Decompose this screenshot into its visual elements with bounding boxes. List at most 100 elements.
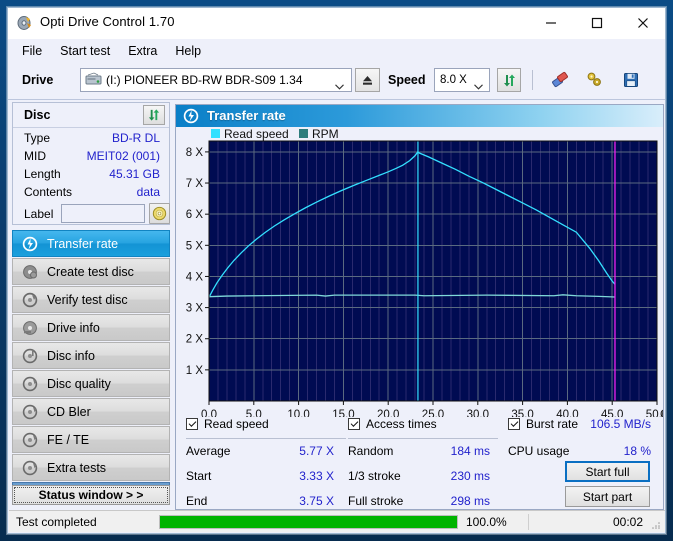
access-times-checkbox-row[interactable]: Access times <box>348 417 498 434</box>
read-speed-checkbox-row[interactable]: Read speed <box>186 417 346 434</box>
chevron-down-icon <box>335 77 344 95</box>
window-title: Opti Drive Control 1.70 <box>40 14 175 29</box>
cd-icon[interactable] <box>149 203 170 224</box>
burst-rate-column: Burst rate 106.5 MB/s CPU usage 18 % <box>508 417 653 464</box>
svg-text:6 X: 6 X <box>186 209 204 221</box>
disc-quality-icon <box>22 376 38 392</box>
create-disc-icon <box>22 264 38 280</box>
disc-row-length: Length 45.31 GB <box>13 167 169 182</box>
result-key: Random <box>348 444 394 458</box>
svg-text:8 X: 8 X <box>186 147 204 159</box>
sidebar-item-cd-bler[interactable]: CD Bler <box>12 398 170 425</box>
application-window: Opti Drive Control 1.70 File Start test … <box>7 7 666 534</box>
panel-title: Transfer rate <box>207 108 286 123</box>
transfer-rate-icon <box>183 108 199 124</box>
close-button[interactable] <box>620 8 665 37</box>
speed-select[interactable]: 8.0 X <box>434 68 490 92</box>
result-row-third-stroke: 1/3 stroke 230 ms <box>348 467 498 489</box>
sidebar-item-verify-test-disc[interactable]: Verify test disc <box>12 286 170 313</box>
access-times-label: Access times <box>366 417 437 431</box>
svg-text:3 X: 3 X <box>186 303 204 315</box>
chevron-down-icon <box>474 77 483 95</box>
sidebar-item-create-test-disc[interactable]: Create test disc <box>12 258 170 285</box>
disc-icon <box>17 15 33 31</box>
disc-value: 45.31 GB <box>109 167 160 181</box>
read-speed-column: Read speed Average 5.77 X Start 3.33 X E… <box>186 417 346 514</box>
sidebar-item-extra-tests[interactable]: Extra tests <box>12 454 170 481</box>
disc-value: MEIT02 (001) <box>86 149 160 163</box>
toolbar-separator <box>532 70 533 90</box>
svg-text:40.0: 40.0 <box>556 409 578 417</box>
save-icon[interactable] <box>618 68 643 92</box>
svg-text:20.0: 20.0 <box>377 409 399 417</box>
disc-label-key: Label <box>24 207 54 221</box>
extra-tests-icon <box>22 460 38 476</box>
svg-text:45.0: 45.0 <box>601 409 623 417</box>
status-window-button[interactable]: Status window > > <box>12 485 170 505</box>
sidebar-item-disc-info[interactable]: Disc info <box>12 342 170 369</box>
svg-text:RPM: RPM <box>312 127 339 141</box>
elapsed-time: 00:02 <box>612 514 643 529</box>
sidebar-item-disc-quality[interactable]: Disc quality <box>12 370 170 397</box>
sidebar-item-drive-info[interactable]: Drive info <box>12 314 170 341</box>
menu-item-start-test[interactable]: Start test <box>51 41 119 61</box>
speed-value: 8.0 X <box>440 74 467 86</box>
sidebar-item-label: Drive info <box>47 320 100 335</box>
progress-bar <box>159 514 458 529</box>
sidebar-item-transfer-rate[interactable]: Transfer rate <box>12 230 170 257</box>
sidebar-item-label: Disc quality <box>47 376 111 391</box>
result-value: 230 ms <box>450 469 490 483</box>
disc-key: Contents <box>24 185 73 199</box>
access-times-checkbox[interactable] <box>348 418 360 430</box>
start-full-button[interactable]: Start full <box>565 461 650 482</box>
panel-header: Transfer rate <box>176 105 663 127</box>
svg-text:2 X: 2 X <box>186 334 204 346</box>
result-key: Full stroke <box>348 494 404 508</box>
read-speed-label: Read speed <box>204 417 269 431</box>
svg-text:25.0: 25.0 <box>422 409 444 417</box>
refresh-button[interactable] <box>497 68 521 92</box>
result-key: End <box>186 494 208 508</box>
resize-grip-icon[interactable] <box>651 519 661 529</box>
read-speed-checkbox[interactable] <box>186 418 198 430</box>
status-bar: Test completed 100.0% 00:02 <box>9 510 665 532</box>
burst-rate-checkbox[interactable] <box>508 418 520 430</box>
svg-text:7 X: 7 X <box>186 178 204 190</box>
sidebar-item-label: Transfer rate <box>47 236 119 251</box>
drive-label: Drive <box>22 73 54 87</box>
result-row-start: Start 3.33 X <box>186 467 346 489</box>
result-value: 298 ms <box>450 494 490 508</box>
burst-rate-checkbox-row[interactable]: Burst rate 106.5 MB/s <box>508 417 653 434</box>
menu-item-file[interactable]: File <box>17 41 51 61</box>
disc-panel-header: Disc <box>13 103 169 128</box>
transfer-rate-chart: 1 X 2 X 3 X 4 X 5 X 6 X 7 X 8 X 0.0 5.0 10.0 15.0 20… <box>176 127 663 417</box>
disc-info-panel: Disc Type BD-R DL MID MEIT02 (001) Lengt… <box>12 102 170 225</box>
status-window-label: Status window > > <box>38 488 144 502</box>
start-part-label: Start part <box>582 489 633 504</box>
bitsetting-icon[interactable] <box>582 68 607 92</box>
svg-text:5 X: 5 X <box>186 240 204 252</box>
drive-info-icon <box>22 320 38 336</box>
disc-label-input[interactable] <box>61 204 145 223</box>
maximize-button[interactable] <box>574 8 619 37</box>
menu-item-extra[interactable]: Extra <box>119 41 166 61</box>
disc-info-icon <box>22 348 38 364</box>
chart-canvas: 1 X 2 X 3 X 4 X 5 X 6 X 7 X 8 X 0.0 5.0 10.0 15.0 20… <box>176 127 663 417</box>
result-key: Average <box>186 444 231 458</box>
menu-item-help[interactable]: Help <box>166 41 210 61</box>
minimize-button[interactable] <box>528 8 573 37</box>
erase-icon[interactable] <box>547 68 572 92</box>
result-key: Start <box>186 469 212 483</box>
disc-row-mid: MID MEIT02 (001) <box>13 149 169 164</box>
start-part-button[interactable]: Start part <box>565 486 650 507</box>
svg-text:10.0: 10.0 <box>287 409 309 417</box>
drive-select[interactable]: (I:) PIONEER BD-RW BDR-S09 1.34 <box>80 68 352 92</box>
sidebar-item-label: FE / TE <box>47 432 90 447</box>
disc-refresh-button[interactable] <box>143 105 165 125</box>
result-key: 1/3 stroke <box>348 469 401 483</box>
burst-rate-value: 106.5 MB/s <box>590 417 651 431</box>
sidebar-item-fe-te[interactable]: FE / TE <box>12 426 170 453</box>
eject-button[interactable] <box>355 68 380 92</box>
svg-text:35.0: 35.0 <box>511 409 533 417</box>
disc-value: BD-R DL <box>111 131 160 145</box>
